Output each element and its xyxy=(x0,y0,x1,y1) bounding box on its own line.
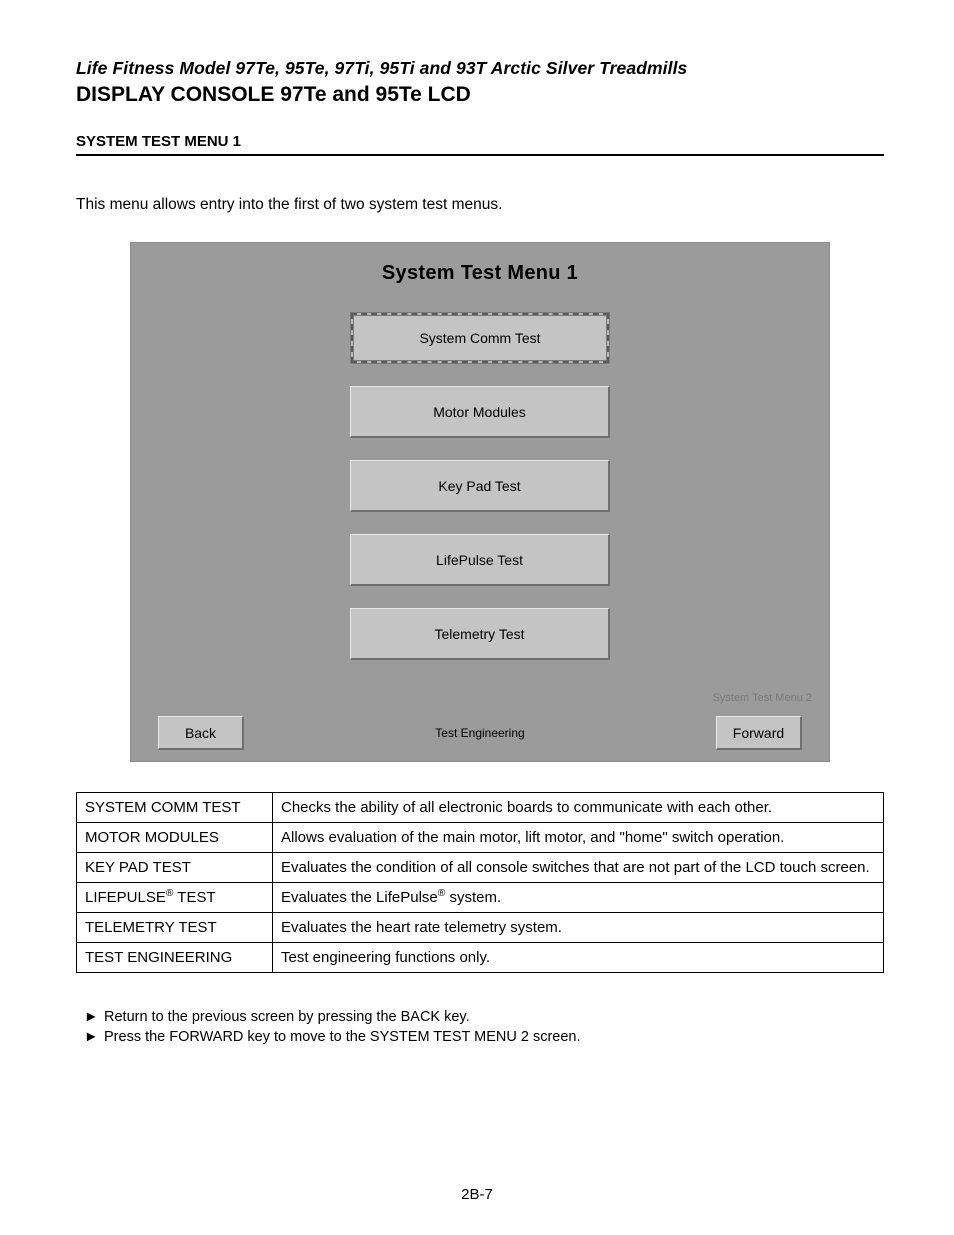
menu-system-comm-test[interactable]: System Comm Test xyxy=(350,312,610,364)
cell-label: LIFEPULSE® TEST xyxy=(77,883,273,913)
note-text: Press the FORWARD key to move to the SYS… xyxy=(104,1027,581,1047)
cell-desc: Allows evaluation of the main motor, lif… xyxy=(273,823,884,853)
cell-desc: Evaluates the heart rate telemetry syste… xyxy=(273,913,884,943)
table-row: MOTOR MODULES Allows evaluation of the m… xyxy=(77,823,884,853)
lcd-screenshot: System Test Menu 1 System Comm Test Moto… xyxy=(130,242,830,762)
intro-text: This menu allows entry into the first of… xyxy=(76,196,884,214)
menu-key-pad-test[interactable]: Key Pad Test xyxy=(350,460,610,512)
cell-desc: Checks the ability of all electronic boa… xyxy=(273,793,884,823)
section-title: SYSTEM TEST MENU 1 xyxy=(76,133,884,156)
table-row: TELEMETRY TEST Evaluates the heart rate … xyxy=(77,913,884,943)
lcd-menu-buttons: System Comm Test Motor Modules Key Pad T… xyxy=(350,312,610,682)
menu-motor-modules[interactable]: Motor Modules xyxy=(350,386,610,438)
notes-list: ► Return to the previous screen by press… xyxy=(76,1007,884,1048)
cell-label: TEST ENGINEERING xyxy=(77,943,273,973)
footer-center-label: Test Engineering xyxy=(435,726,524,740)
back-button[interactable]: Back xyxy=(158,716,244,750)
forward-button[interactable]: Forward xyxy=(716,716,802,750)
arrow-icon: ► xyxy=(76,1007,90,1027)
cell-desc: Evaluates the LifePulse® system. xyxy=(273,883,884,913)
lcd-title: System Test Menu 1 xyxy=(130,242,830,285)
lcd-hint-next-menu: System Test Menu 2 xyxy=(713,692,812,704)
note-item: ► Press the FORWARD key to move to the S… xyxy=(76,1027,884,1047)
table-row: TEST ENGINEERING Test engineering functi… xyxy=(77,943,884,973)
cell-desc: Evaluates the condition of all console s… xyxy=(273,853,884,883)
cell-desc: Test engineering functions only. xyxy=(273,943,884,973)
note-item: ► Return to the previous screen by press… xyxy=(76,1007,884,1027)
table-row: LIFEPULSE® TEST Evaluates the LifePulse®… xyxy=(77,883,884,913)
cell-label: TELEMETRY TEST xyxy=(77,913,273,943)
arrow-icon: ► xyxy=(76,1027,90,1047)
cell-label: MOTOR MODULES xyxy=(77,823,273,853)
table-row: KEY PAD TEST Evaluates the condition of … xyxy=(77,853,884,883)
menu-telemetry-test[interactable]: Telemetry Test xyxy=(350,608,610,660)
page-number: 2B-7 xyxy=(0,1186,954,1203)
menu-lifepulse-test[interactable]: LifePulse Test xyxy=(350,534,610,586)
cell-label: KEY PAD TEST xyxy=(77,853,273,883)
header-title: DISPLAY CONSOLE 97Te and 95Te LCD xyxy=(76,83,884,107)
header-subtitle: Life Fitness Model 97Te, 95Te, 97Ti, 95T… xyxy=(76,58,884,79)
lcd-footer: Back Test Engineering Forward xyxy=(130,716,830,750)
cell-label: SYSTEM COMM TEST xyxy=(77,793,273,823)
note-text: Return to the previous screen by pressin… xyxy=(104,1007,470,1027)
table-row: SYSTEM COMM TEST Checks the ability of a… xyxy=(77,793,884,823)
description-table: SYSTEM COMM TEST Checks the ability of a… xyxy=(76,792,884,973)
